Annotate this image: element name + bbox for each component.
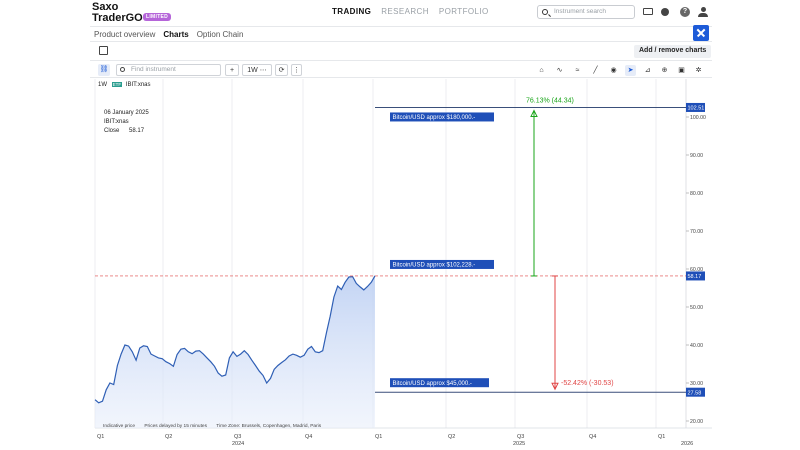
x-year-label: 2025 xyxy=(513,441,525,447)
y-tick-label: 90.00 xyxy=(690,153,703,159)
chart-legend: 1W ETF IBIT:xnas xyxy=(98,82,151,88)
x-tick-label: Q3 xyxy=(234,434,241,440)
footer-timezone: Time Zone: Brussels, Copenhagen, Madrid,… xyxy=(216,424,322,429)
legend-close-label: Close xyxy=(104,128,120,134)
annotation-102k[interactable]: Bitcoin/USD approx $102,228.- xyxy=(393,263,476,269)
annotation-45k[interactable]: Bitcoin/USD approx $45,000.- xyxy=(393,381,472,387)
price-tag-top: 102.51 xyxy=(688,106,705,112)
legend-symbol: IBIT:xnas xyxy=(125,82,151,88)
footer-note: Indicative price Prices delayed by 15 mi… xyxy=(103,424,329,429)
legend-interval: 1W xyxy=(98,82,107,88)
x-tick-label: Q4 xyxy=(305,434,312,440)
footer-delay: Prices delayed by 15 minutes xyxy=(144,424,208,429)
y-tick-label: 80.00 xyxy=(690,191,703,197)
y-tick-label: 70.00 xyxy=(690,229,703,235)
footer-indicative: Indicative price xyxy=(103,424,135,429)
price-chart[interactable]: Bitcoin/USD approx $180,000.- Bitcoin/USD… xyxy=(90,0,712,450)
loss-label: -52.42% (-30.53) xyxy=(561,380,614,387)
x-year-label: 2026 xyxy=(681,441,693,447)
legend-date: 06 January 2025 xyxy=(104,110,149,116)
price-tag-bottom: 27.58 xyxy=(688,390,702,396)
y-tick-label: 50.00 xyxy=(690,305,703,311)
y-tick-label: 100.00 xyxy=(690,115,706,121)
y-tick-label: 40.00 xyxy=(690,343,703,349)
x-tick-label: Q1 xyxy=(97,434,104,440)
annotation-180k[interactable]: Bitcoin/USD approx $180,000.- xyxy=(393,115,476,121)
legend-close-value: 58.17 xyxy=(129,128,145,134)
gain-label: 76.13% (44.34) xyxy=(526,97,574,104)
etf-badge: ETF xyxy=(111,82,123,87)
legend-close: Close 58.17 xyxy=(104,128,144,134)
x-tick-label: Q1 xyxy=(658,434,665,440)
x-tick-label: Q1 xyxy=(375,434,382,440)
app-frame: Saxo TraderGO LIMITED TRADING RESEARCH P… xyxy=(90,0,712,450)
x-tick-label: Q3 xyxy=(517,434,524,440)
y-tick-label: 30.00 xyxy=(690,381,703,387)
x-tick-label: Q2 xyxy=(165,434,172,440)
x-year-label: 2024 xyxy=(232,441,244,447)
x-tick-label: Q4 xyxy=(589,434,596,440)
y-tick-label: 20.00 xyxy=(690,419,703,425)
price-tag-current: 58.17 xyxy=(688,274,702,280)
y-tick-label: 60.00 xyxy=(690,267,703,273)
x-tick-label: Q2 xyxy=(448,434,455,440)
legend-symbol-2: IBIT:xnas xyxy=(104,119,129,125)
